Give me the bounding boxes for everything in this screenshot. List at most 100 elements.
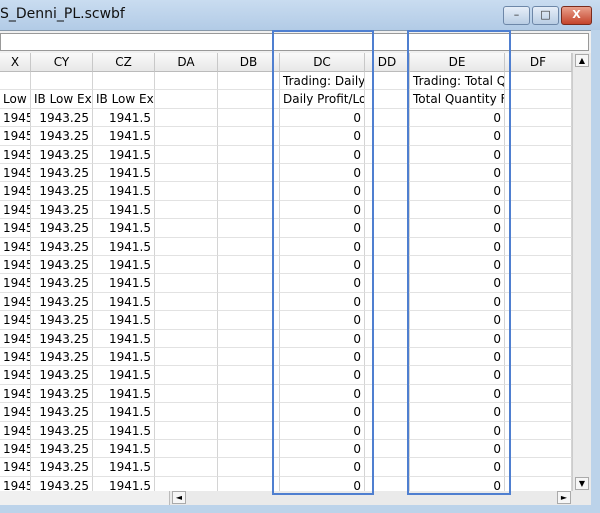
data-cell[interactable] — [505, 219, 572, 238]
data-cell[interactable]: 1945 — [0, 348, 31, 367]
data-cell[interactable]: 1945 — [0, 440, 31, 459]
data-cell[interactable] — [505, 403, 572, 422]
data-cell[interactable]: 0 — [280, 237, 365, 256]
data-cell[interactable]: 1945 — [0, 476, 31, 491]
data-cell[interactable]: 1945 — [0, 127, 31, 146]
label-cell[interactable]: Daily Profit/Lo — [280, 90, 365, 109]
data-cell[interactable]: 0 — [280, 366, 365, 385]
data-cell[interactable] — [505, 311, 572, 330]
data-cell[interactable]: 1945 — [0, 256, 31, 275]
label-cell[interactable]: Trading: Total Qu — [410, 72, 505, 91]
data-cell[interactable] — [365, 476, 410, 491]
data-cell[interactable]: 0 — [280, 403, 365, 422]
data-cell[interactable] — [365, 274, 410, 293]
data-cell[interactable] — [218, 384, 280, 404]
data-cell[interactable] — [365, 348, 410, 367]
data-cell[interactable] — [155, 256, 218, 275]
data-cell[interactable] — [505, 348, 572, 367]
label-cell[interactable] — [505, 90, 572, 109]
data-cell[interactable] — [505, 476, 572, 491]
data-cell[interactable]: 1941.5 — [93, 329, 155, 348]
data-cell[interactable] — [155, 458, 218, 477]
data-cell[interactable] — [155, 292, 218, 312]
column-header-dc[interactable]: DC — [280, 53, 365, 72]
data-cell[interactable] — [218, 348, 280, 367]
data-cell[interactable]: 0 — [410, 421, 505, 440]
data-cell[interactable]: 1941.5 — [93, 292, 155, 312]
formula-bar[interactable] — [0, 33, 589, 51]
minimize-button[interactable]: – — [503, 6, 530, 25]
data-cell[interactable]: 1943.25 — [31, 440, 93, 459]
data-cell[interactable]: 1941.5 — [93, 348, 155, 367]
data-cell[interactable]: 1941.5 — [93, 476, 155, 491]
data-cell[interactable]: 1943.25 — [31, 219, 93, 238]
data-cell[interactable]: 1945 — [0, 458, 31, 477]
data-cell[interactable]: 1941.5 — [93, 274, 155, 293]
data-cell[interactable] — [218, 476, 280, 491]
data-cell[interactable]: 1941.5 — [93, 421, 155, 440]
data-cell[interactable]: 1943.25 — [31, 145, 93, 164]
label-cell[interactable] — [93, 72, 155, 91]
data-cell[interactable]: 1943.25 — [31, 256, 93, 275]
data-cell[interactable]: 1941.5 — [93, 164, 155, 183]
data-cell[interactable] — [218, 329, 280, 348]
data-cell[interactable]: 0 — [280, 458, 365, 477]
data-cell[interactable] — [505, 440, 572, 459]
data-cell[interactable]: 1945 — [0, 145, 31, 164]
data-cell[interactable] — [365, 329, 410, 348]
data-cell[interactable] — [365, 108, 410, 128]
data-cell[interactable] — [218, 403, 280, 422]
data-cell[interactable] — [365, 311, 410, 330]
data-cell[interactable] — [155, 200, 218, 220]
data-cell[interactable] — [218, 108, 280, 128]
data-cell[interactable]: 1943.25 — [31, 274, 93, 293]
data-cell[interactable]: 1943.25 — [31, 366, 93, 385]
data-cell[interactable]: 1941.5 — [93, 384, 155, 404]
data-cell[interactable] — [505, 200, 572, 220]
data-cell[interactable]: 1945 — [0, 164, 31, 183]
data-cell[interactable]: 1943.25 — [31, 292, 93, 312]
data-cell[interactable] — [155, 145, 218, 164]
column-header-cy[interactable]: CY — [31, 53, 93, 72]
data-cell[interactable] — [155, 219, 218, 238]
data-cell[interactable] — [218, 127, 280, 146]
data-cell[interactable]: 1943.25 — [31, 108, 93, 128]
label-cell[interactable]: Total Quantity Fil — [410, 90, 505, 109]
data-cell[interactable]: 0 — [410, 108, 505, 128]
data-cell[interactable]: 1941.5 — [93, 219, 155, 238]
label-cell[interactable] — [31, 72, 93, 91]
vertical-scrollbar[interactable]: ▲ ▼ — [572, 53, 591, 491]
data-cell[interactable] — [218, 311, 280, 330]
data-cell[interactable]: 1941.5 — [93, 440, 155, 459]
scroll-up-button[interactable]: ▲ — [575, 54, 589, 67]
data-cell[interactable]: 1943.25 — [31, 348, 93, 367]
column-header-df[interactable]: DF — [505, 53, 572, 72]
data-cell[interactable] — [365, 219, 410, 238]
column-header-cz[interactable]: CZ — [93, 53, 155, 72]
spreadsheet-grid[interactable]: XLow Ext19451945194519451945194519451945… — [0, 53, 572, 491]
data-cell[interactable]: 0 — [280, 256, 365, 275]
data-cell[interactable] — [505, 108, 572, 128]
data-cell[interactable] — [505, 164, 572, 183]
data-cell[interactable]: 1943.25 — [31, 329, 93, 348]
data-cell[interactable]: 0 — [280, 292, 365, 312]
data-cell[interactable]: 1945 — [0, 182, 31, 201]
data-cell[interactable]: 0 — [410, 182, 505, 201]
data-cell[interactable] — [155, 476, 218, 491]
data-cell[interactable] — [155, 108, 218, 128]
data-cell[interactable]: 1941.5 — [93, 237, 155, 256]
data-cell[interactable]: 1945 — [0, 219, 31, 238]
data-cell[interactable]: 0 — [280, 108, 365, 128]
data-cell[interactable]: 1945 — [0, 366, 31, 385]
data-cell[interactable] — [505, 366, 572, 385]
data-cell[interactable]: 0 — [280, 200, 365, 220]
data-cell[interactable]: 1945 — [0, 274, 31, 293]
data-cell[interactable] — [218, 366, 280, 385]
data-cell[interactable] — [155, 403, 218, 422]
data-cell[interactable] — [505, 384, 572, 404]
data-cell[interactable]: 1943.25 — [31, 164, 93, 183]
column-header-x[interactable]: X — [0, 53, 31, 72]
maximize-button[interactable]: □ — [532, 6, 559, 25]
data-cell[interactable] — [505, 256, 572, 275]
data-cell[interactable]: 1943.25 — [31, 311, 93, 330]
